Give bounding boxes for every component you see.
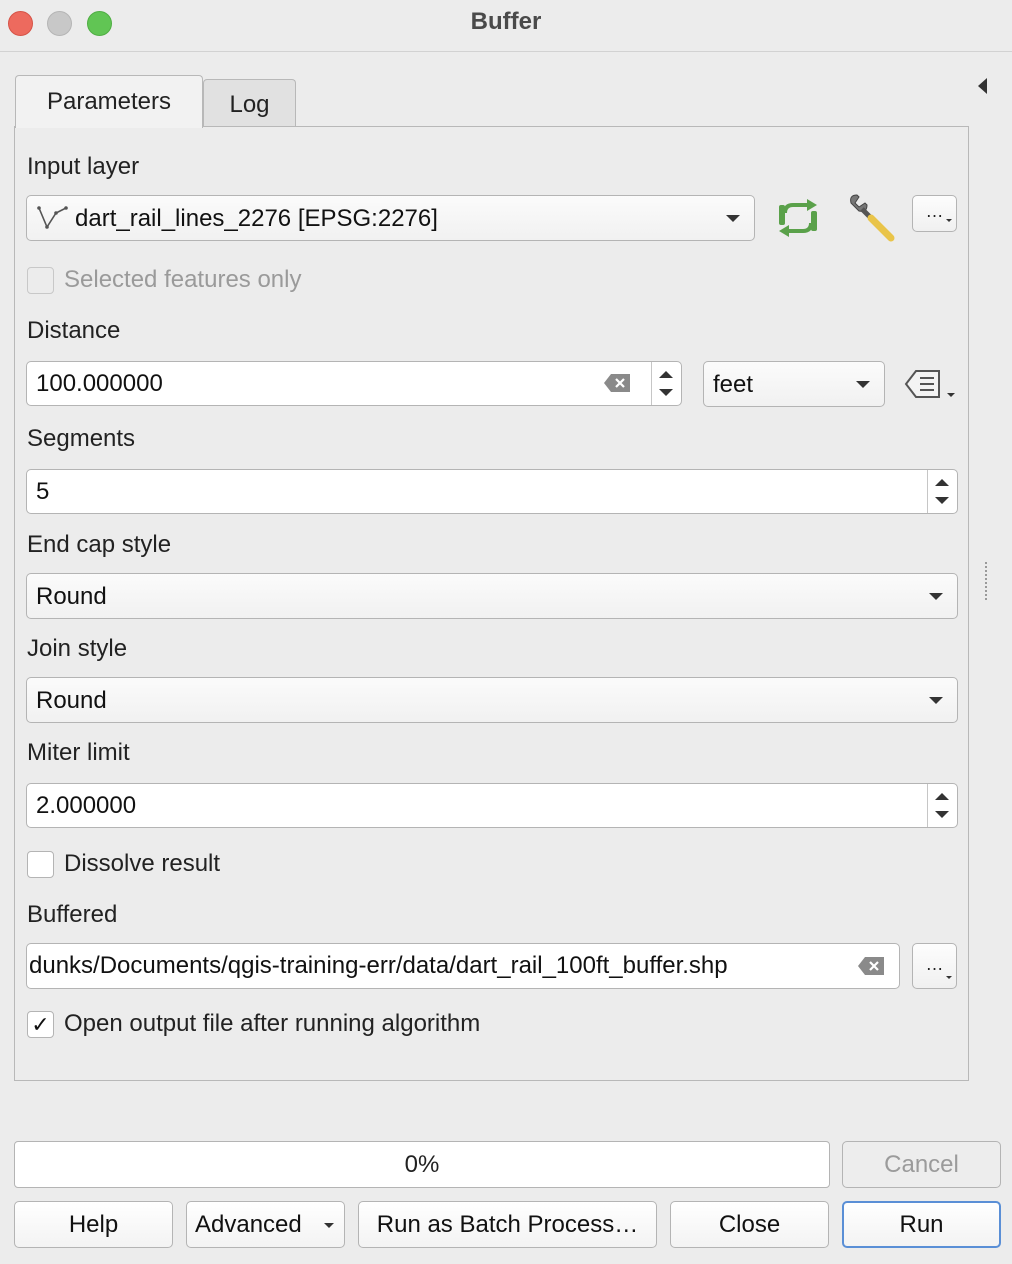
- input-layer-label: Input layer: [27, 153, 140, 180]
- distance-label: Distance: [27, 317, 121, 344]
- spin-down-icon[interactable]: [659, 389, 673, 396]
- line-layer-icon: [37, 206, 68, 229]
- selected-features-label: Selected features only: [64, 266, 302, 293]
- window-title: Buffer: [470, 8, 542, 35]
- join-style-label: Join style: [27, 635, 128, 662]
- spin-up-icon[interactable]: [935, 793, 949, 800]
- open-output-label: Open output file after running algorithm: [64, 1010, 481, 1037]
- input-layer-combo[interactable]: dart_rail_lines_2276 [EPSG:2276]: [26, 195, 755, 241]
- run-batch-button[interactable]: Run as Batch Process…: [358, 1201, 657, 1248]
- clear-icon[interactable]: [857, 956, 885, 976]
- help-button[interactable]: Help: [14, 1201, 173, 1248]
- buffered-label: Buffered: [27, 901, 118, 928]
- chevron-down-icon: [324, 1223, 334, 1228]
- buffered-output-value: dunks/Documents/qgis-training-err/data/d…: [29, 952, 728, 979]
- run-button[interactable]: Run: [842, 1201, 1001, 1248]
- selected-features-checkbox[interactable]: [27, 267, 54, 294]
- spin-down-icon[interactable]: [935, 497, 949, 504]
- more-label: …: [925, 201, 944, 221]
- progress-bar: 0%: [14, 1141, 830, 1188]
- wrench-icon[interactable]: [845, 193, 897, 245]
- miter-limit-value: 2.000000: [36, 792, 137, 819]
- collapse-panel-icon[interactable]: [978, 78, 987, 94]
- join-style-combo[interactable]: Round: [26, 677, 958, 723]
- spin-down-icon[interactable]: [935, 811, 949, 818]
- buffered-output-options-button[interactable]: …: [912, 943, 957, 989]
- join-style-value: Round: [36, 687, 107, 714]
- splitter-handle[interactable]: [985, 562, 989, 600]
- distance-unit-value: feet: [713, 371, 754, 398]
- advanced-button[interactable]: Advanced: [186, 1201, 345, 1248]
- input-layer-options-button[interactable]: …: [912, 195, 957, 232]
- close-button[interactable]: Close: [670, 1201, 829, 1248]
- more-label: …: [925, 954, 944, 974]
- clear-icon[interactable]: [603, 373, 631, 393]
- end-cap-style-value: Round: [36, 583, 107, 610]
- tab-log[interactable]: Log: [203, 79, 296, 129]
- distance-unit-combo[interactable]: feet: [703, 361, 885, 407]
- input-layer-value: dart_rail_lines_2276 [EPSG:2276]: [75, 205, 438, 232]
- miter-limit-input[interactable]: 2.000000: [26, 783, 958, 828]
- segments-label: Segments: [27, 425, 136, 452]
- segments-input[interactable]: 5: [26, 469, 958, 514]
- dissolve-checkbox[interactable]: [27, 851, 54, 878]
- end-cap-style-combo[interactable]: Round: [26, 573, 958, 619]
- segments-value: 5: [36, 478, 50, 505]
- title-bar: Buffer: [0, 0, 1012, 52]
- miter-limit-label: Miter limit: [27, 739, 130, 766]
- chevron-down-icon: [929, 593, 943, 600]
- spin-up-icon[interactable]: [935, 479, 949, 486]
- open-output-checkbox[interactable]: ✓: [27, 1011, 54, 1038]
- cancel-button[interactable]: Cancel: [842, 1141, 1001, 1188]
- chevron-down-icon: [856, 381, 870, 388]
- data-defined-override-icon[interactable]: [903, 367, 957, 401]
- buffered-output-input[interactable]: dunks/Documents/qgis-training-err/data/d…: [26, 943, 900, 989]
- dissolve-label: Dissolve result: [64, 850, 221, 877]
- iterate-icon[interactable]: [775, 197, 821, 239]
- distance-input[interactable]: 100.000000: [26, 361, 682, 406]
- tab-parameters[interactable]: Parameters: [15, 75, 203, 128]
- end-cap-style-label: End cap style: [27, 531, 172, 558]
- advanced-label: Advanced: [195, 1210, 302, 1238]
- chevron-down-icon: [929, 697, 943, 704]
- chevron-down-icon: [726, 215, 740, 222]
- distance-value: 100.000000: [36, 370, 163, 397]
- progress-text: 0%: [404, 1151, 440, 1178]
- spin-up-icon[interactable]: [659, 371, 673, 378]
